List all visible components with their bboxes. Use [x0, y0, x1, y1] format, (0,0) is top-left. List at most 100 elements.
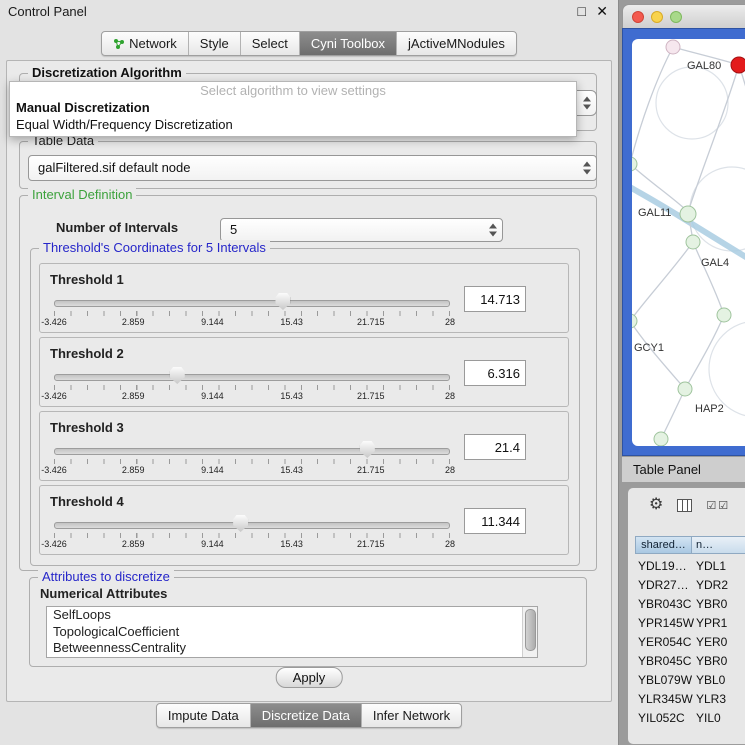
table-row[interactable]: YIL052CYIL0	[628, 709, 745, 728]
tab-cyni-toolbox[interactable]: Cyni Toolbox	[299, 32, 396, 55]
slider-track[interactable]	[54, 300, 450, 307]
table-panel-title: Table Panel	[622, 462, 701, 477]
threshold-3-panel: Threshold 3 -3.426 2.859 9.144 15.43 21.…	[39, 411, 569, 481]
table-row[interactable]: YBR043CYBR0	[628, 595, 745, 614]
scale-label: 21.715	[357, 539, 385, 549]
tab-jactivemnodules[interactable]: jActiveMNodules	[396, 32, 516, 55]
node-label: GAL11	[638, 207, 671, 219]
group-title: Interval Definition	[28, 187, 136, 202]
scale-label: 28	[445, 465, 455, 475]
table-row[interactable]: YPR145WYPR1	[628, 614, 745, 633]
slider-track[interactable]	[54, 448, 450, 455]
threshold-3-value-input[interactable]	[464, 434, 526, 460]
scale-label: 15.43	[280, 317, 303, 327]
tab-infer-network[interactable]: Infer Network	[361, 704, 461, 727]
threshold-1-slider[interactable]: -3.426 2.859 9.144 15.43 21.715 28	[54, 294, 450, 328]
zoom-traffic-light-icon[interactable]	[670, 11, 682, 23]
slider-thumb[interactable]	[233, 515, 248, 532]
scale-label: 2.859	[122, 539, 145, 549]
node-gal4[interactable]	[686, 235, 700, 249]
tab-label: Style	[200, 36, 229, 51]
node-gal11[interactable]	[680, 206, 696, 222]
node[interactable]	[717, 308, 731, 322]
list-item[interactable]: BetweennessCentrality	[47, 640, 537, 657]
list-item[interactable]: TopologicalCoefficient	[47, 624, 537, 641]
scale-label: 28	[445, 539, 455, 549]
cyni-toolbox-panel: Discretization Algorithm Select algorith…	[6, 60, 612, 702]
threshold-4-value-input[interactable]	[464, 508, 526, 534]
tab-label: Discretize Data	[262, 708, 350, 723]
column-header-shared[interactable]: shared…	[635, 536, 692, 554]
node-selected-red[interactable]	[731, 57, 745, 73]
number-of-intervals-combobox[interactable]: 5	[220, 218, 503, 242]
slider-track[interactable]	[54, 374, 450, 381]
slider-thumb[interactable]	[360, 441, 375, 458]
slider-ticks	[54, 311, 450, 316]
scale-label: 2.859	[122, 317, 145, 327]
slider-thumb[interactable]	[170, 367, 185, 384]
scale-label: 15.43	[280, 391, 303, 401]
close-traffic-light-icon[interactable]	[632, 11, 644, 23]
minimize-traffic-light-icon[interactable]	[651, 11, 663, 23]
slider-track[interactable]	[54, 522, 450, 529]
tab-label: Infer Network	[373, 708, 450, 723]
threshold-2-value-input[interactable]	[464, 360, 526, 386]
list-item[interactable]: SelfLoops	[47, 607, 537, 624]
table-row[interactable]: YDL19…YDL1	[628, 557, 745, 576]
dropdown-option-equal-width-frequency[interactable]: Equal Width/Frequency Discretization	[10, 116, 576, 133]
table-row[interactable]: YDR27…YDR2	[628, 576, 745, 595]
dropdown-hint: Select algorithm to view settings	[10, 82, 576, 99]
threshold-label: Threshold 4	[50, 494, 124, 509]
scale-label: 15.43	[280, 465, 303, 475]
column-header-name[interactable]: n…	[692, 536, 745, 554]
network-canvas[interactable]: GAL80 GAL11 GAL4 GCY1 HAP2	[632, 39, 745, 446]
table-data-combobox[interactable]: galFiltered.sif default node	[28, 155, 597, 181]
float-window-icon[interactable]: □	[578, 3, 586, 19]
window-title: Control Panel	[8, 4, 87, 19]
node[interactable]	[666, 40, 680, 54]
bottom-tabset: Impute Data Discretize Data Infer Networ…	[156, 703, 462, 728]
table-row[interactable]: YBR045CYBR0	[628, 652, 745, 671]
threshold-4-panel: Threshold 4 -3.426 2.859 9.144 15.43 21.…	[39, 485, 569, 555]
scale-label: 9.144	[201, 317, 224, 327]
close-window-icon[interactable]: ✕	[596, 3, 608, 20]
node-gcy1[interactable]	[632, 314, 637, 328]
node-hap2[interactable]	[678, 382, 692, 396]
table-row[interactable]: YBL079WYBL0	[628, 671, 745, 690]
table-row[interactable]: YLR345WYLR3	[628, 690, 745, 709]
scale-label: 2.859	[122, 465, 145, 475]
scale-label: 9.144	[201, 465, 224, 475]
table-header-row: shared… n…	[628, 536, 745, 554]
tab-label: jActiveMNodules	[408, 36, 505, 51]
threshold-label: Threshold 3	[50, 420, 124, 435]
table-row[interactable]: YER054CYER0	[628, 633, 745, 652]
gear-icon[interactable]: ⚙	[649, 497, 663, 513]
threshold-4-slider[interactable]: -3.426 2.859 9.144 15.43 21.715 28	[54, 516, 450, 550]
apply-button[interactable]: Apply	[276, 667, 343, 688]
select-checkboxes-icon[interactable]: ☑☑	[706, 499, 730, 512]
columns-icon[interactable]	[677, 499, 692, 512]
interval-definition-group: Interval Definition Number of Intervals …	[19, 195, 597, 571]
tab-discretize-data[interactable]: Discretize Data	[250, 704, 361, 727]
threshold-3-slider[interactable]: -3.426 2.859 9.144 15.43 21.715 28	[54, 442, 450, 476]
table-data-value: galFiltered.sif default node	[38, 160, 190, 175]
top-tabset: Network Style Select Cyni Toolbox jActiv…	[101, 31, 517, 56]
threshold-2-slider[interactable]: -3.426 2.859 9.144 15.43 21.715 28	[54, 368, 450, 402]
slider-thumb[interactable]	[275, 293, 290, 310]
dropdown-option-manual-discretization[interactable]: Manual Discretization	[10, 99, 576, 116]
tab-select[interactable]: Select	[240, 32, 299, 55]
tab-network[interactable]: Network	[102, 32, 188, 55]
tab-impute-data[interactable]: Impute Data	[157, 704, 250, 727]
screen: Control Panel □ ✕ Network Style Select C…	[0, 0, 745, 745]
tab-style[interactable]: Style	[188, 32, 240, 55]
network-window-titlebar[interactable]	[622, 4, 745, 28]
scale-label: 21.715	[357, 317, 385, 327]
node[interactable]	[654, 432, 668, 446]
attributes-group: Attributes to discretize Numerical Attri…	[29, 577, 587, 667]
numerical-attributes-label: Numerical Attributes	[40, 586, 167, 601]
combobox-stepper-icon	[489, 224, 498, 237]
list-scrollbar[interactable]	[522, 607, 537, 657]
slider-scale: -3.426 2.859 9.144 15.43 21.715 28	[54, 317, 450, 328]
scrollbar-thumb[interactable]	[525, 609, 536, 651]
threshold-1-value-input[interactable]	[464, 286, 526, 312]
